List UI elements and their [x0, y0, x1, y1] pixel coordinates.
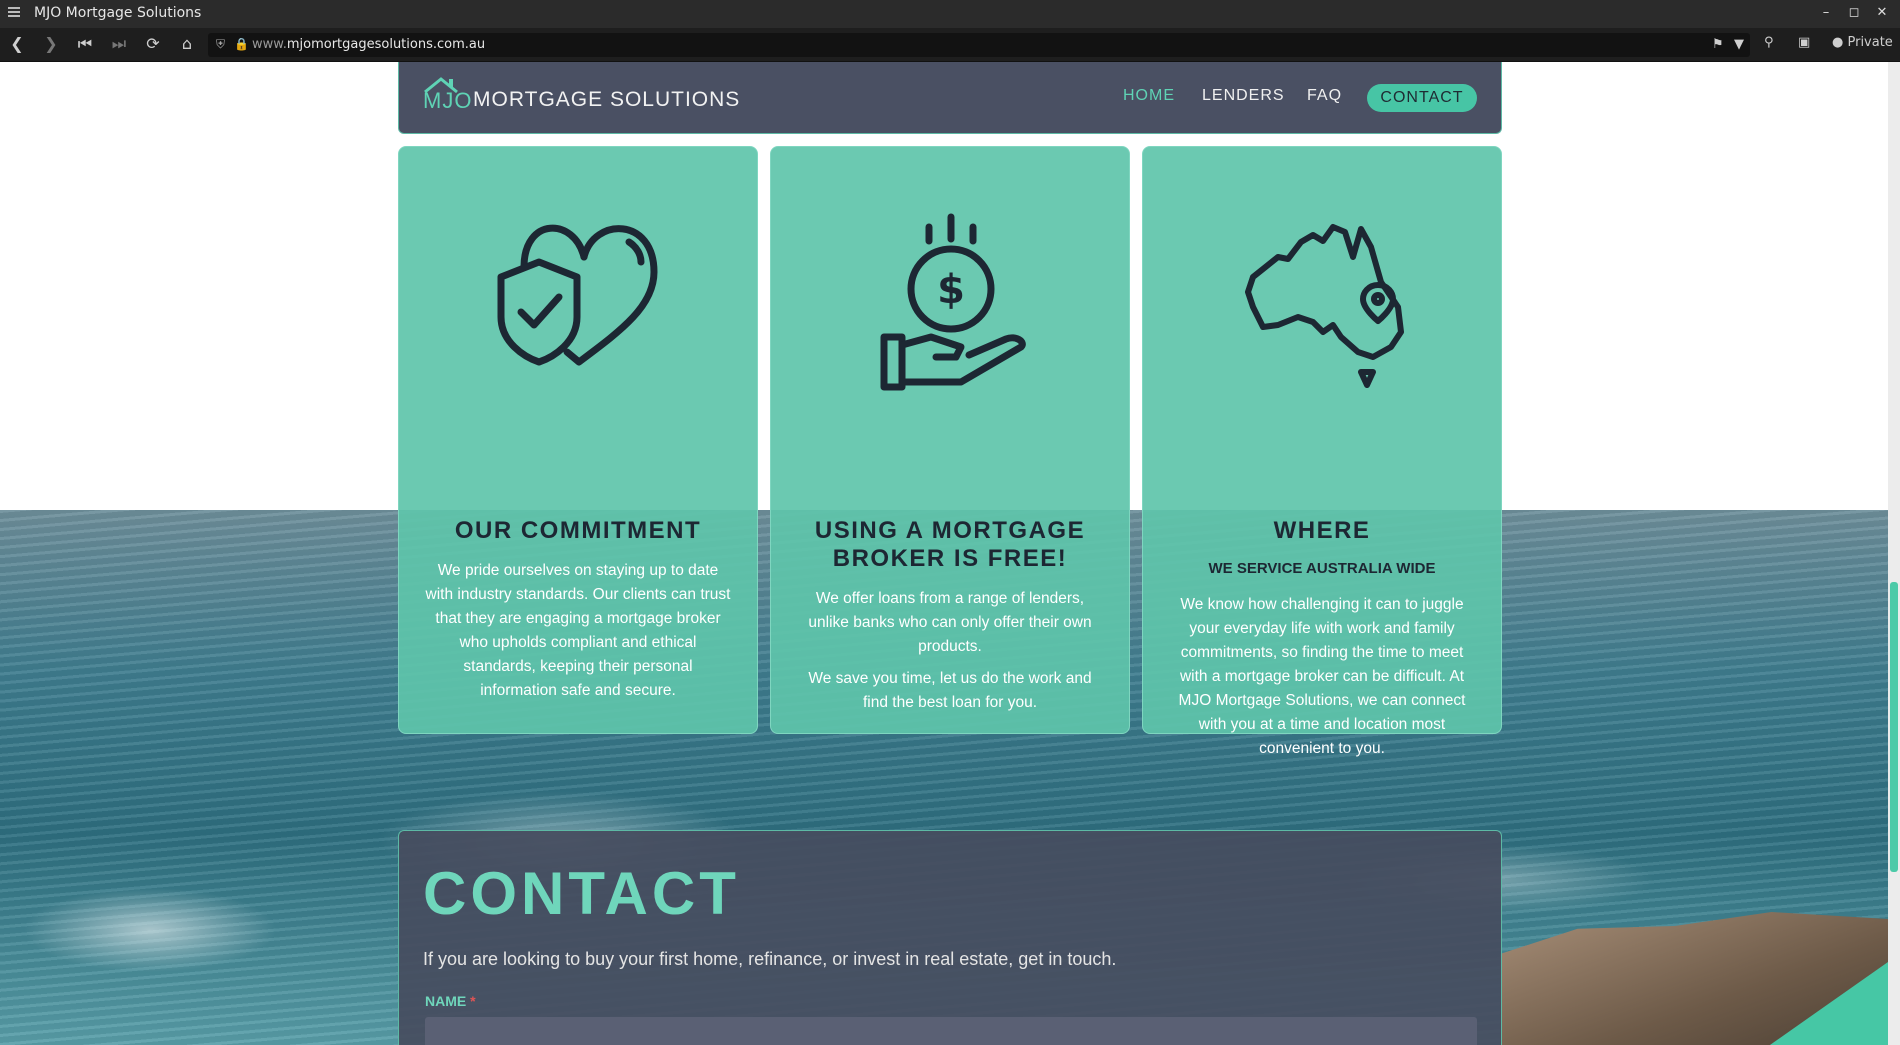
search-icon[interactable]: ⚲ [1764, 35, 1774, 50]
private-mode-indicator[interactable]: ● Private [1832, 35, 1893, 50]
home-icon[interactable]: ⌂ [176, 34, 198, 56]
card-free-broker: $ USING A MORTGAGE BROKER IS FREE! We of… [770, 146, 1130, 734]
page-scrollbar[interactable] [1888, 62, 1900, 1045]
contact-lead-text: If you are looking to buy your first hom… [423, 949, 1117, 969]
private-label: Private [1847, 35, 1893, 50]
dollar-coin-hand-icon: $ [880, 213, 1026, 391]
card-where: WHERE WE SERVICE AUSTRALIA WIDE We know … [1142, 146, 1502, 757]
card-subtitle: WE SERVICE AUSTRALIA WIDE [1208, 560, 1436, 577]
maximize-icon[interactable]: ◻ [1845, 4, 1863, 22]
card-title: USING A MORTGAGE BROKER IS FREE! [814, 517, 1086, 572]
heart-shield-icon [497, 224, 658, 366]
name-input[interactable] [425, 1017, 1477, 1045]
contact-heading: CONTACT [423, 860, 740, 927]
camera-icon[interactable]: ▣ [1798, 35, 1810, 50]
dropdown-icon[interactable]: ▼ [1734, 37, 1744, 52]
australia-map-pin-icon [1245, 224, 1404, 388]
lock-icon[interactable]: 🔒 [234, 37, 250, 53]
name-label-text: NAME [425, 993, 467, 1009]
skip-forward-icon[interactable]: ⏭ [108, 34, 130, 56]
nav-contact-button[interactable]: CONTACT [1367, 84, 1477, 112]
svg-text:$: $ [937, 267, 965, 313]
close-icon[interactable]: ✕ [1873, 4, 1891, 22]
scrollbar-thumb[interactable] [1890, 582, 1898, 872]
nav-home[interactable]: HOME [1123, 87, 1175, 105]
card-title: WHERE [1273, 517, 1371, 544]
logo-mjo: MJO [423, 88, 473, 113]
card-body-secondary: We save you time, let us do the work and… [808, 670, 1092, 711]
card-body: We know how challenging it can to juggle… [1178, 596, 1466, 757]
card-title: OUR COMMITMENT [454, 517, 702, 544]
card-commitment: OUR COMMITMENT We pride ourselves on sta… [398, 146, 758, 734]
back-icon[interactable]: ❮ [6, 34, 28, 56]
minimize-icon[interactable]: – [1817, 4, 1835, 22]
nav-faq[interactable]: FAQ [1307, 87, 1342, 105]
site-header: MJO MORTGAGE SOLUTIONS HOME LENDERS FAQ … [398, 62, 1502, 134]
url-text: www.mjomortgagesolutions.com.au [252, 37, 486, 52]
nav-lenders[interactable]: LENDERS [1202, 87, 1285, 105]
logo-text: MORTGAGE SOLUTIONS [473, 88, 741, 111]
page-viewport: MJO MORTGAGE SOLUTIONS HOME LENDERS FAQ … [0, 62, 1888, 1045]
forward-icon[interactable]: ❯ [40, 34, 62, 56]
reload-icon[interactable]: ⟳ [142, 34, 164, 56]
contact-section: CONTACT If you are looking to buy your f… [398, 830, 1502, 1045]
name-field-label: NAME * [425, 993, 476, 1009]
window-title: MJO Mortgage Solutions [34, 5, 202, 21]
address-bar[interactable]: ⛨ 🔒 www.mjomortgagesolutions.com.au ⚑ ▼ [208, 33, 1750, 57]
hamburger-menu-icon[interactable] [8, 7, 20, 9]
card-body: We pride ourselves on staying up to date… [425, 562, 731, 699]
shield-icon[interactable]: ⛨ [216, 37, 232, 53]
browser-titlebar: MJO Mortgage Solutions – ◻ ✕ [0, 0, 1900, 28]
bookmark-icon[interactable]: ⚑ [1712, 37, 1724, 52]
browser-toolbar: ❮ ❯ ⏮ ⏭ ⟳ ⌂ ⛨ 🔒 www.mjomortgagesolutions… [0, 28, 1900, 62]
required-marker: * [470, 993, 476, 1009]
skip-back-icon[interactable]: ⏮ [74, 34, 96, 56]
card-body: We offer loans from a range of lenders, … [808, 590, 1092, 655]
